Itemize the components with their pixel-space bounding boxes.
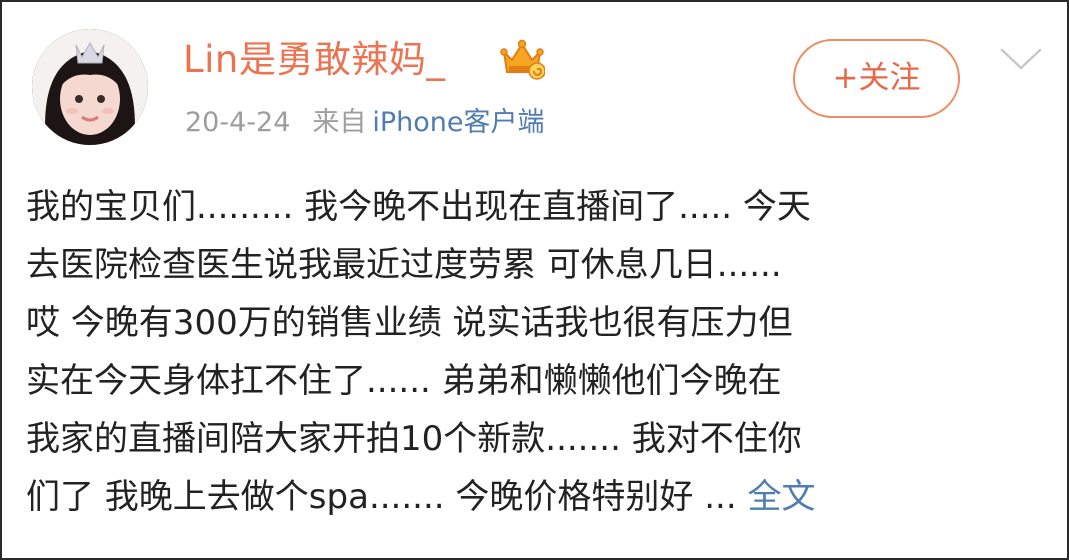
post-text-line: 去医院检查医生说我最近过度劳累 可休息几日...... (26, 245, 782, 285)
post-text-line: 哎 今晚有300万的销售业绩 说实话我也很有压力但 (26, 303, 793, 343)
post-meta: 20-4-24 来自 iPhone客户端 (185, 103, 545, 143)
post-text-line: 我的宝贝们......... 我今晚不出现在直播间了..... 今天 (26, 187, 811, 227)
chevron-down-icon[interactable] (999, 47, 1043, 71)
post-date: 20-4-24 (185, 107, 291, 138)
follow-button[interactable]: +关注 (793, 39, 960, 118)
vip-crown-icon[interactable] (499, 38, 546, 80)
post-text-last-line: 们了 我晚上去做个spa....... 今晚价格特别好 ... 全文 (26, 468, 1046, 526)
post-text-line: 我家的直播间陪大家开拍10个新款....... 我对不住你 (26, 419, 802, 459)
weibo-post-card: Lin是勇敢辣妈_ 20-4-24 来自 iPhone客户端 +关注 我的宝贝们..… (0, 0, 1069, 560)
avatar[interactable] (32, 29, 148, 145)
post-content: 我的宝贝们......... 我今晚不出现在直播间了..... 今天 去医院检查… (26, 178, 1046, 526)
post-text-line: 实在今天身体扛不住了...... 弟弟和懒懒他们今晚在 (26, 361, 782, 401)
username[interactable]: Lin是勇敢辣妈_ (183, 34, 445, 86)
source-link[interactable]: iPhone客户端 (372, 107, 544, 138)
post-text-line: 们了 我晚上去做个spa....... 今晚价格特别好 ... (26, 477, 737, 517)
full-text-link[interactable]: 全文 (747, 477, 815, 517)
source-prefix: 来自 (312, 107, 367, 138)
